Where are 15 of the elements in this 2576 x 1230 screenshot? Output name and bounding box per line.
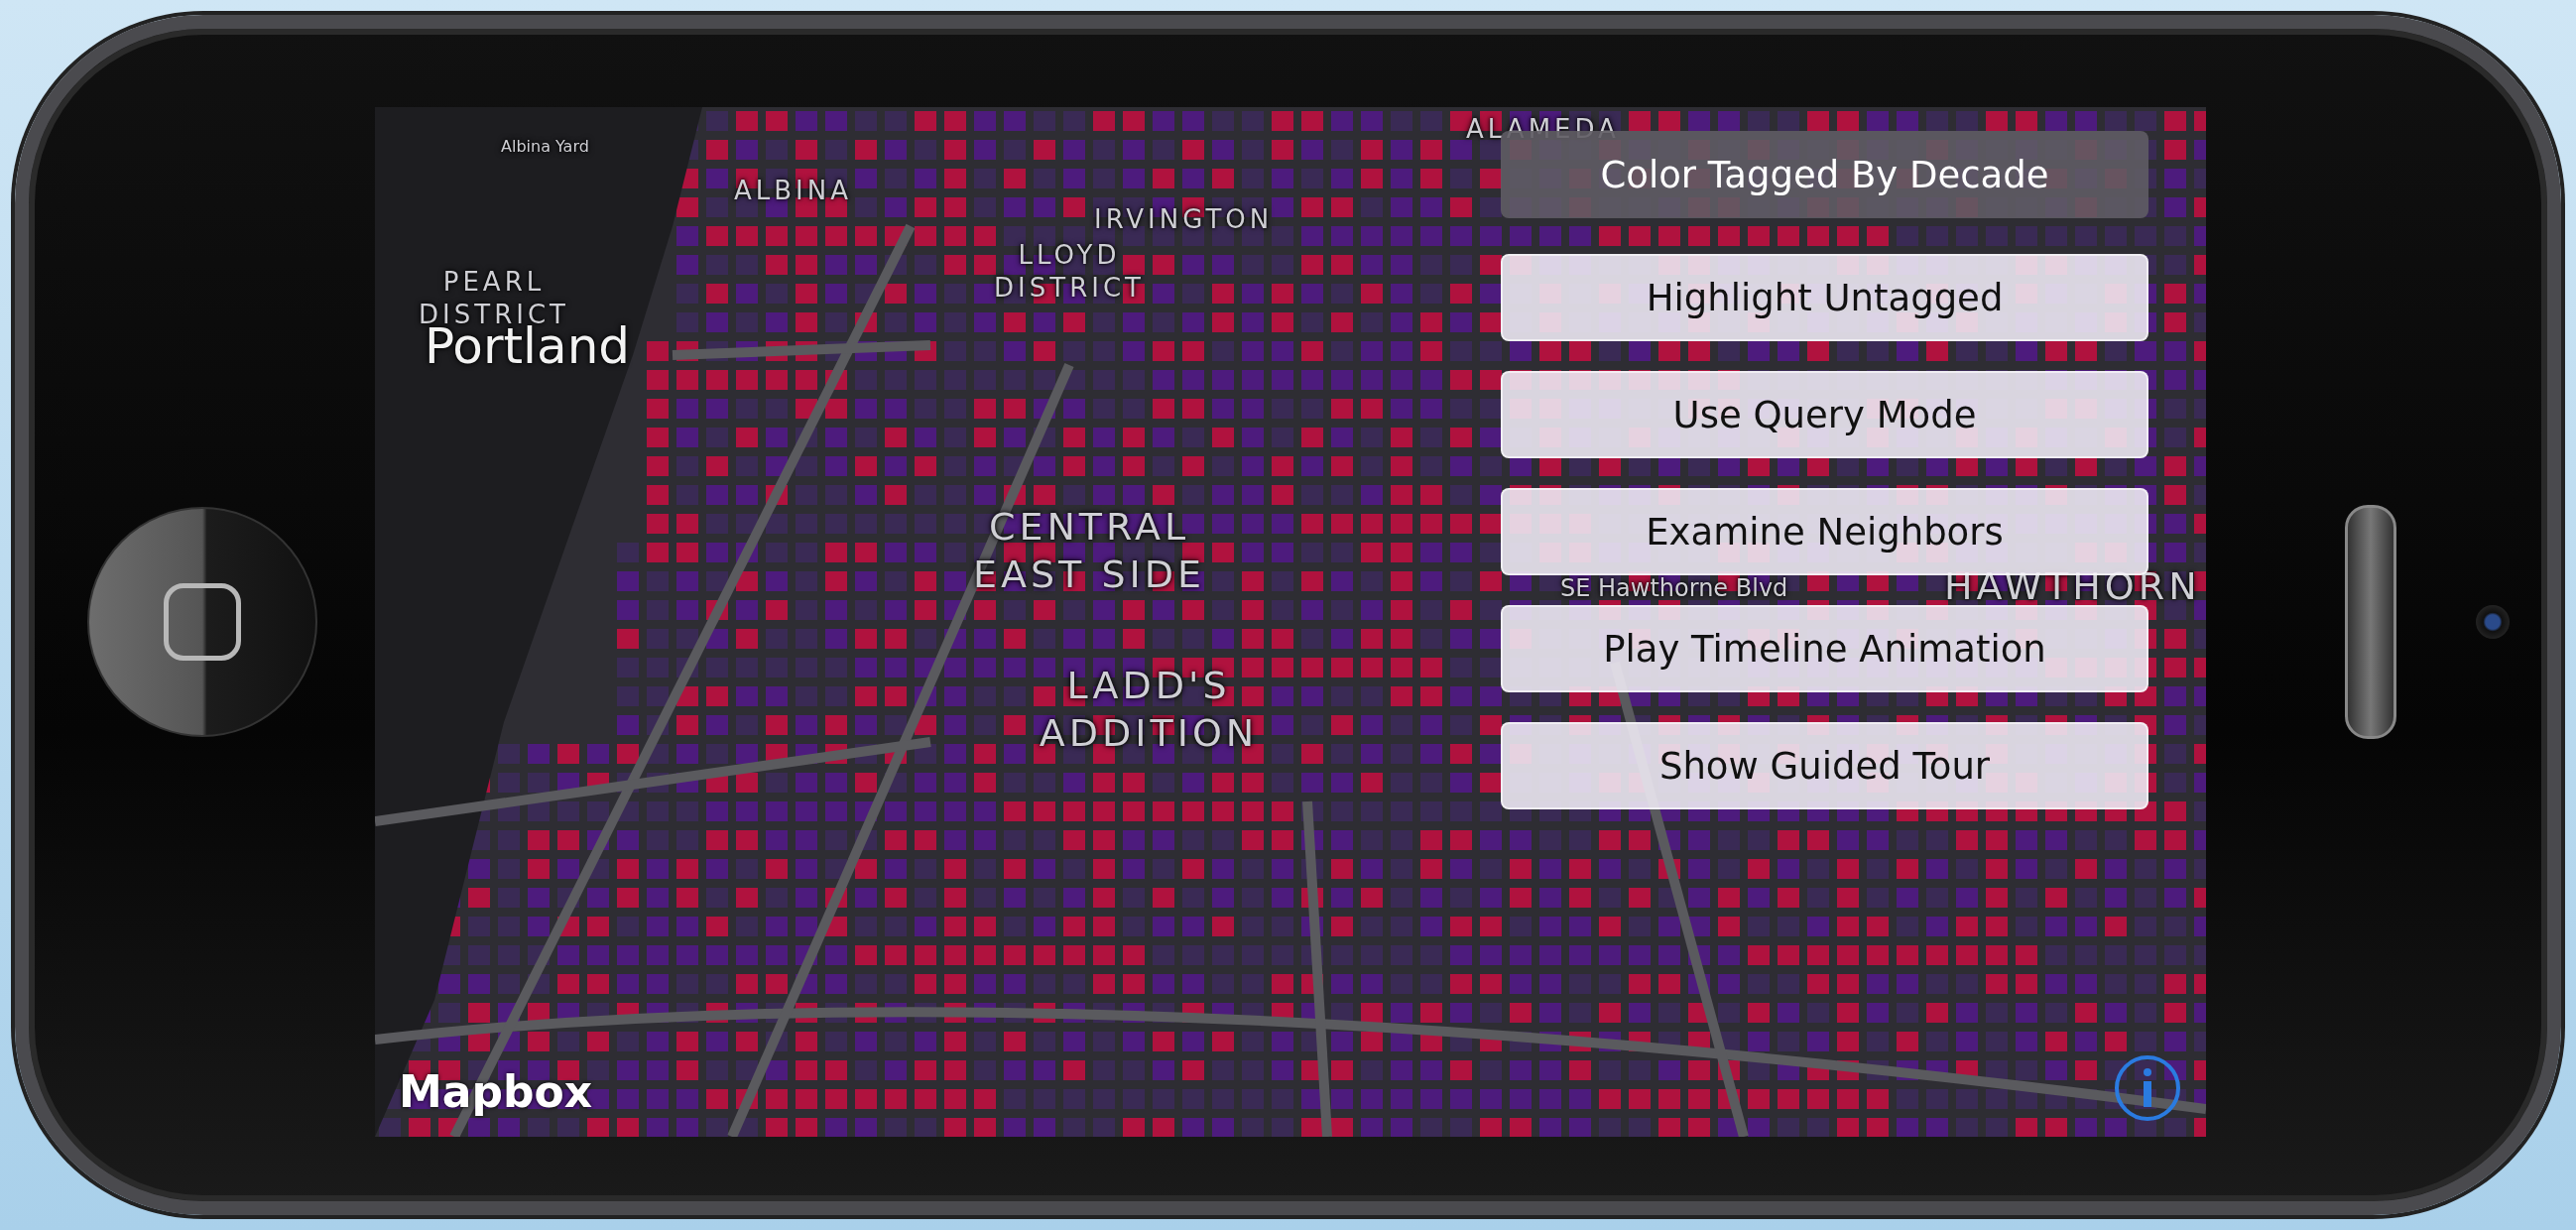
- map-label: IRVINGTON: [1094, 203, 1274, 236]
- menu-button[interactable]: Show Guided Tour: [1501, 722, 2148, 809]
- menu-button[interactable]: Color Tagged By Decade: [1501, 131, 2148, 218]
- camera-icon: [2476, 605, 2510, 639]
- info-icon[interactable]: [2113, 1053, 2182, 1123]
- map-label: LADD'S ADDITION: [1038, 663, 1260, 757]
- menu-button[interactable]: Use Query Mode: [1501, 371, 2148, 458]
- map-label: SE Hawthorne Blvd: [1560, 573, 1788, 603]
- map-label: LLOYD DISTRICT: [993, 239, 1146, 304]
- menu-button[interactable]: Play Timeline Animation: [1501, 605, 2148, 692]
- map-label: CENTRAL EAST SIDE: [972, 504, 1206, 598]
- map-label: ALBINA: [734, 175, 852, 207]
- menu-button[interactable]: Highlight Untagged: [1501, 254, 2148, 341]
- mapbox-logo[interactable]: Mapbox: [399, 1066, 593, 1117]
- map-label: Albina Yard: [501, 137, 589, 157]
